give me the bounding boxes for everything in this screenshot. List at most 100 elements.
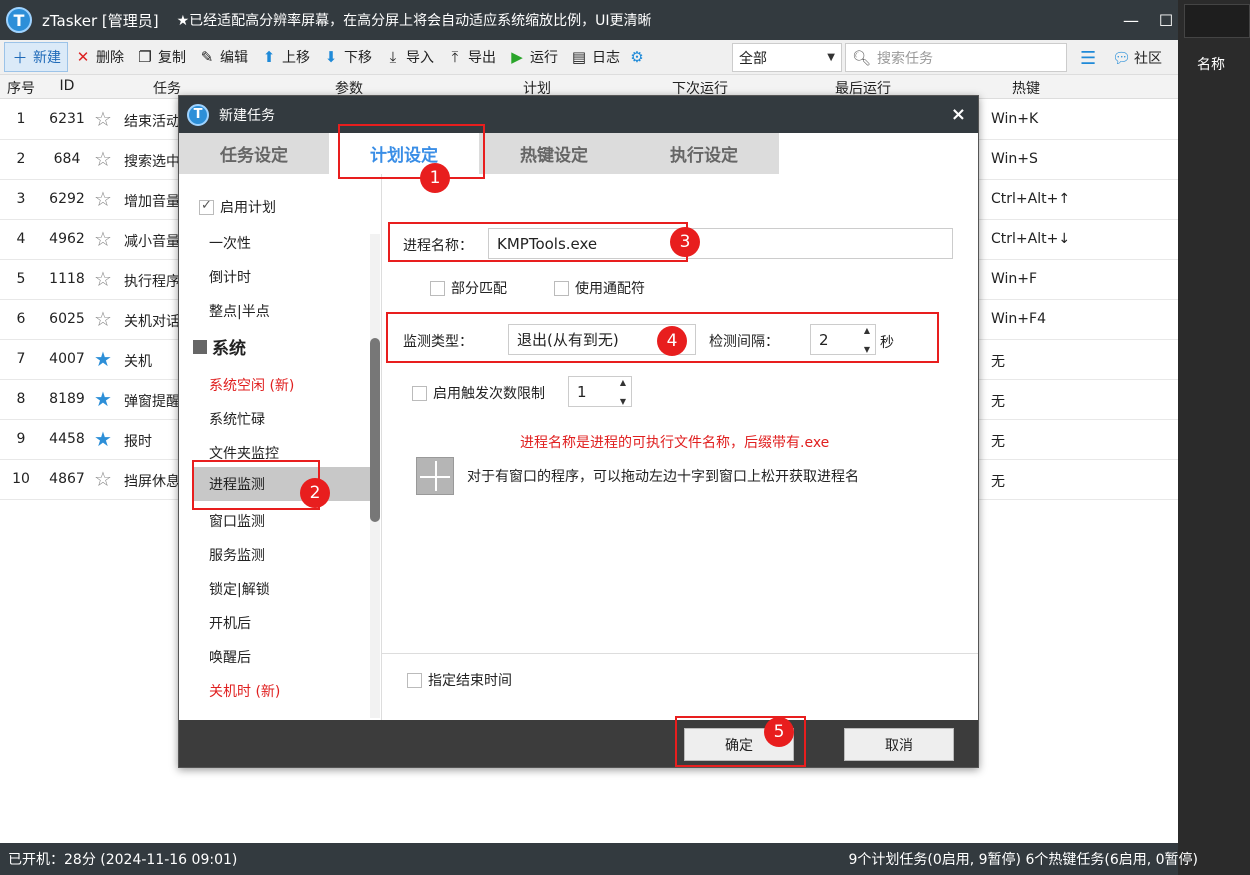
sidebar-section-system[interactable]: 系统 [193,334,246,359]
new-task-button[interactable]: ＋ 新建 [4,42,68,72]
sidebar-item-shutdown[interactable]: 关机时 (新) [209,681,280,701]
star-outline-icon[interactable]: ☆ [94,227,112,251]
trigger-limit-checkbox[interactable]: 启用触发次数限制 [412,383,545,403]
import-icon: ⤓ [389,48,397,66]
sidebar-item-lock-unlock[interactable]: 锁定|解锁 [209,579,270,599]
process-name-hint: 进程名称是进程的可执行文件名称，后缀带有.exe [520,435,830,451]
search-input[interactable]: 🔍︎ 搜索任务 [845,43,1067,72]
log-button[interactable]: ▤ 日志 [564,42,626,72]
star-outline-icon[interactable]: ☆ [94,187,112,211]
tab-hotkey-settings[interactable]: 热键设定 [479,133,629,174]
wildcard-check-icon [554,280,569,296]
star-filled-icon[interactable]: ★ [94,427,112,451]
cell-task: 挡屏休息 [124,474,180,490]
uptime-text: 已开机：28分 (2024-11-16 09:01) [8,852,238,868]
cell-hotkey: 无 [991,434,1005,450]
cell-task: 关机 [124,354,152,370]
annotation-badge-3: 3 [670,227,700,257]
run-button[interactable]: ▶ 运行 [502,42,564,72]
trigger-limit-stepper[interactable]: 1 ▲ ▼ [568,376,632,407]
cell-no: 9 [16,431,26,447]
cell-hotkey: Ctrl+Alt+↑ [991,191,1071,207]
tab-task-settings[interactable]: 任务设定 [179,133,329,174]
star-outline-icon[interactable]: ☆ [94,147,112,171]
star-filled-icon[interactable]: ★ [94,347,112,371]
delete-button[interactable]: ✕ 删除 [68,42,130,72]
move-up-button[interactable]: ⬆ 上移 [254,42,316,72]
enable-plan-checkbox[interactable]: 启用计划 [199,197,276,217]
end-time-check-icon [407,672,422,688]
sidebar-scrollbar[interactable] [370,234,380,718]
export-button[interactable]: ⤒ 导出 [440,42,502,72]
star-filled-icon[interactable]: ★ [94,387,112,411]
cell-no: 5 [16,271,26,287]
trigger-spinner-icon[interactable]: ▲ ▼ [617,378,629,406]
end-time-checkbox[interactable]: 指定结束时间 [407,670,512,690]
cell-task: 关机对话 [124,314,180,330]
sidebar-scroll-thumb[interactable] [370,338,380,522]
annotation-box-1 [338,124,485,179]
edit-label: 编辑 [220,50,248,66]
delete-x-icon: ✕ [76,48,90,66]
annotation-badge-2: 2 [300,478,330,508]
star-outline-icon[interactable]: ☆ [94,267,112,291]
col-header-id[interactable]: ID [42,78,92,94]
dialog-title-bar: T 新建任务 × [179,96,978,133]
community-button[interactable]: 💬︎ 社区 [1112,40,1162,75]
collapse-icon [193,339,207,354]
sidebar-item-system-idle[interactable]: 系统空闲 (新) [209,375,294,395]
cell-hotkey: Win+F4 [991,311,1046,327]
cell-task: 结束活动 [124,114,180,130]
sidebar-item-countdown[interactable]: 倒计时 [209,267,251,287]
col-header-no[interactable]: 序号 [0,78,42,98]
sidebar-item-after-wake[interactable]: 唤醒后 [209,647,251,667]
close-icon[interactable]: × [951,104,966,125]
move-down-label: 下移 [344,50,372,66]
run-label: 运行 [530,50,558,66]
panel-divider [382,653,978,654]
dpi-notice: ★已经适配高分辨率屏幕，在高分屏上将会自动适应系统缩放比例，UI更清晰 [176,13,652,29]
cell-hotkey: Win+S [991,151,1038,167]
cell-task: 增加音量 [124,194,180,210]
cell-no: 8 [16,391,26,407]
sidebar-item-hourly[interactable]: 整点|半点 [209,301,270,321]
edit-button[interactable]: ✎ 编辑 [192,42,254,72]
task-filter-select[interactable]: 全部 ▼ [732,43,842,72]
wildcard-checkbox[interactable]: 使用通配符 [554,278,645,298]
settings-button[interactable]: ⚙ [626,42,652,72]
cell-id: 1118 [49,271,85,287]
sidebar-item-once[interactable]: 一次性 [209,233,251,253]
minimize-button[interactable]: — [1108,0,1154,40]
cell-task: 搜索选中 [124,154,180,170]
maximize-button[interactable]: ☐ [1154,0,1178,40]
sidebar-item-after-boot[interactable]: 开机后 [209,613,251,633]
partial-match-checkbox[interactable]: 部分匹配 [430,278,507,298]
cell-id: 6292 [49,191,85,207]
sidebar-item-window-monitor[interactable]: 窗口监测 [209,511,265,531]
cell-id: 6025 [49,311,85,327]
star-outline-icon[interactable]: ☆ [94,467,112,491]
crosshair-drag-icon[interactable] [416,457,454,495]
star-outline-icon[interactable]: ☆ [94,107,112,131]
right-panel-strip [1184,4,1250,38]
tab-exec-settings[interactable]: 执行设定 [629,133,779,174]
partial-match-label: 部分匹配 [451,281,507,297]
cell-id: 4458 [49,431,85,447]
dropdown-arrow-icon: ▼ [827,52,835,63]
cancel-button[interactable]: 取消 [844,728,954,761]
play-icon: ▶ [511,48,523,66]
sidebar-item-system-busy[interactable]: 系统忙碌 [209,409,265,429]
cell-no: 7 [16,351,26,367]
new-task-dialog: T 新建任务 × 任务设定 计划设定 热键设定 执行设定 启用计划 一次性 倒计… [178,95,979,768]
copy-button[interactable]: ❐ 复制 [130,42,192,72]
import-label: 导入 [406,50,434,66]
cell-no: 4 [16,231,26,247]
sidebar-item-service-monitor[interactable]: 服务监测 [209,545,265,565]
right-panel-name-header: 名称 [1197,57,1225,73]
list-view-icon[interactable]: ☰ [1080,48,1096,69]
star-outline-icon[interactable]: ☆ [94,307,112,331]
move-down-button[interactable]: ⬇ 下移 [316,42,378,72]
trigger-limit-label: 启用触发次数限制 [433,386,545,402]
import-button[interactable]: ⤓ 导入 [378,42,440,72]
cell-hotkey: Ctrl+Alt+↓ [991,231,1071,247]
